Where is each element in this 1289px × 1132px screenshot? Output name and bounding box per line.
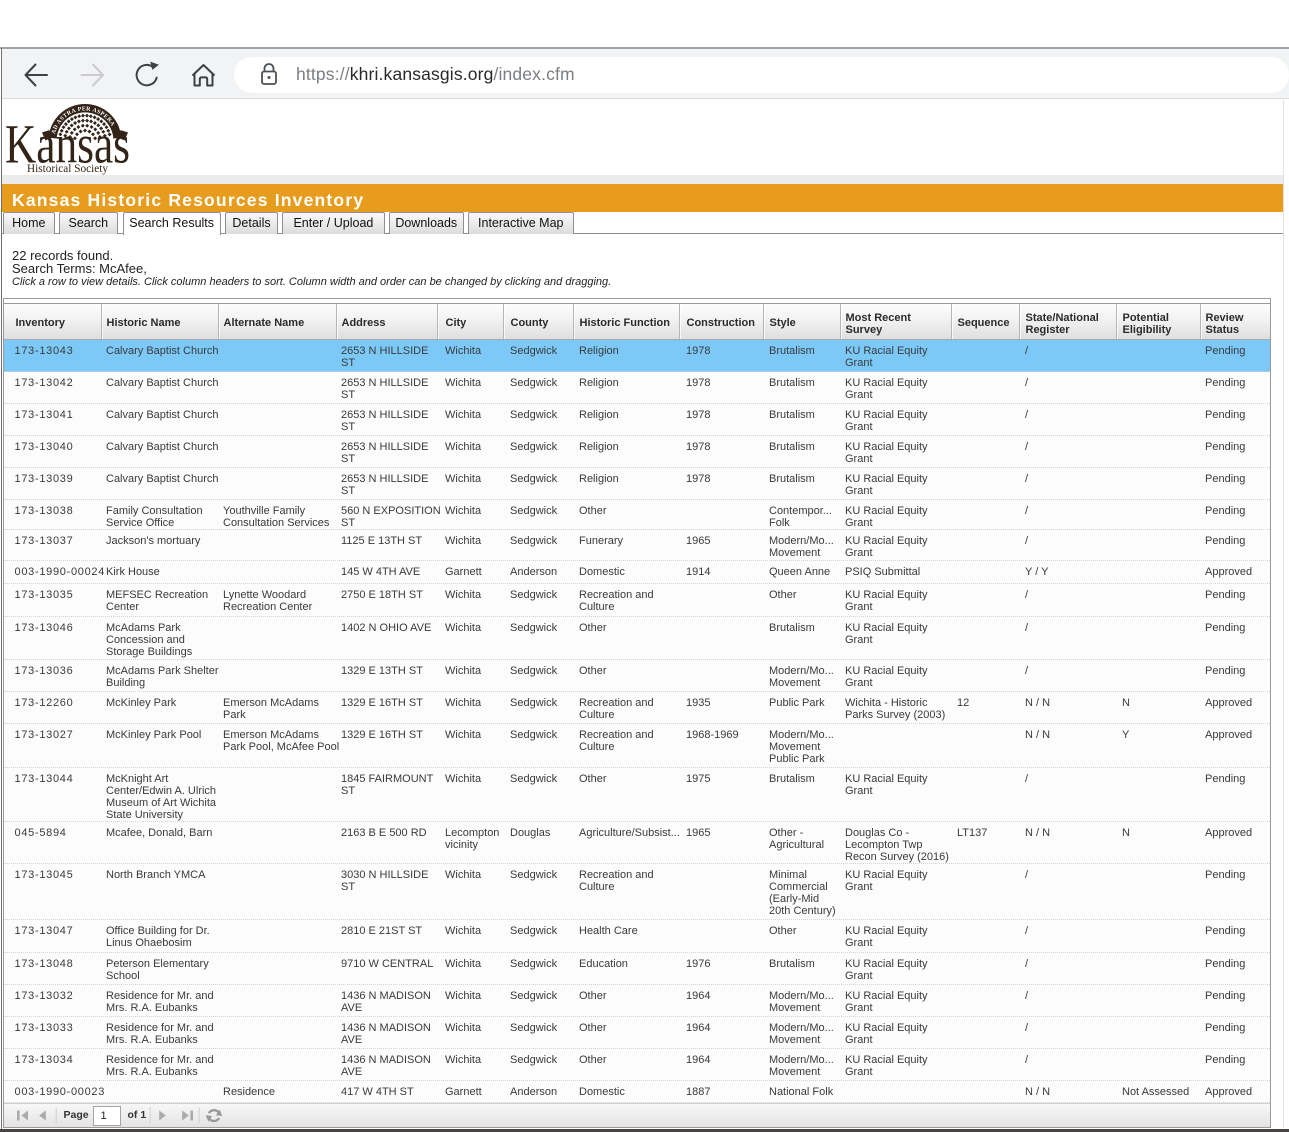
svg-text:Historical Society: Historical Society	[27, 161, 108, 175]
